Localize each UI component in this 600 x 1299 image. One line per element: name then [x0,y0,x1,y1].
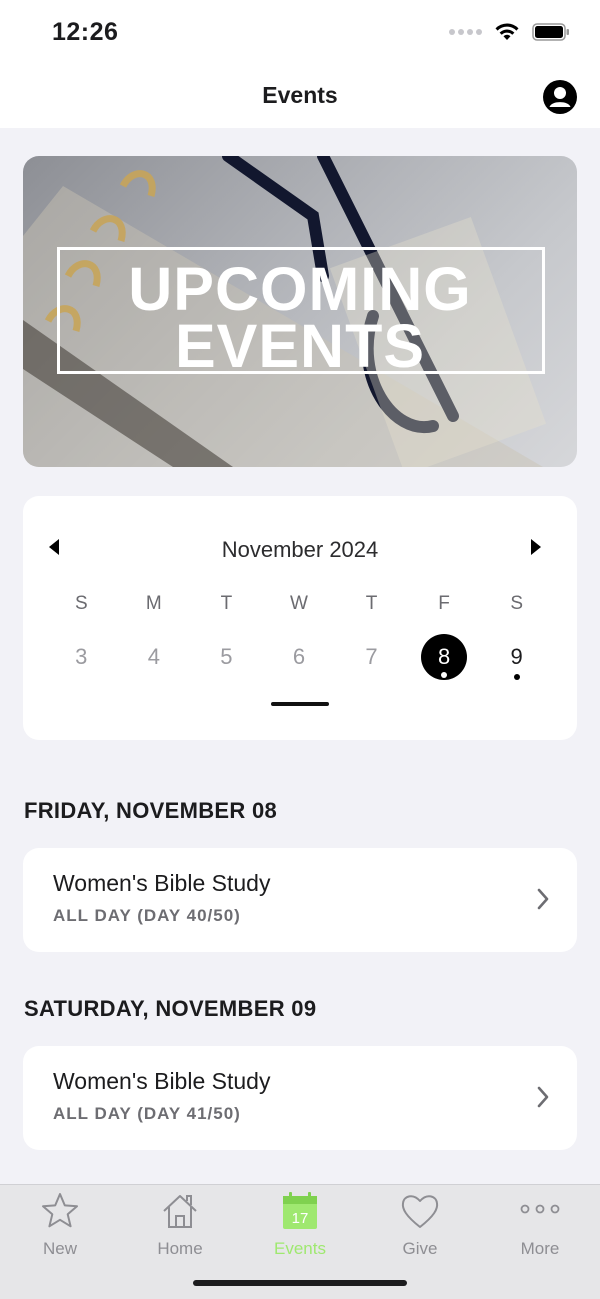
calendar-day[interactable]: 6 [263,634,336,680]
upcoming-events-banner[interactable]: UPCOMING EVENTS [23,156,577,467]
tab-label: Give [402,1239,438,1258]
banner-title-line2: EVENTS [174,312,426,380]
calendar-day-selected[interactable]: 8 [408,634,481,680]
status-time: 12:26 [52,18,119,46]
home-icon [163,1195,197,1228]
star-icon [42,1193,78,1228]
calendar-day-number: 9 [510,644,523,669]
signal-icon [449,29,482,35]
weekday-row: S M T W T F S [45,593,553,615]
event-dot-indicator [513,674,520,680]
calendar-day[interactable]: 7 [335,634,408,680]
calendar-day-number: 4 [147,644,160,669]
event-title: Women's Bible Study [53,1068,271,1094]
heart-icon [401,1195,439,1228]
more-icon [520,1204,560,1214]
nav-bar: Events [0,64,600,128]
event-subtitle: ALL DAY (DAY 40/50) [53,906,241,925]
calendar-day-number: 5 [220,644,233,669]
tab-label: Events [274,1239,326,1258]
calendar-icon: 17 [283,1192,317,1229]
weekday-label: T [365,593,378,614]
calendar-day-number: 7 [365,644,378,669]
wifi-icon [495,23,519,40]
event-title: Women's Bible Study [53,870,271,896]
calendar-day[interactable]: 5 [190,634,263,680]
battery-icon [532,23,569,41]
weekday-label: S [510,593,523,614]
tab-more[interactable]: More [480,1191,600,1259]
calendar-card: November 2024 S M T W T F S 3 4 5 6 7 8 … [23,496,577,740]
next-month-icon[interactable] [529,538,543,556]
status-icons [449,22,570,42]
calendar-month-label: November 2024 [221,537,379,562]
tab-events[interactable]: 17 Events [240,1191,360,1259]
calendar-day-number: 3 [75,644,88,669]
date-section-header: SATURDAY, NOVEMBER 09 [24,996,317,1021]
event-subtitle: ALL DAY (DAY 41/50) [53,1104,241,1123]
weekday-label: T [220,593,233,614]
calendar-expand-handle[interactable] [271,702,329,706]
tab-label: More [520,1239,560,1258]
tab-give[interactable]: Give [360,1191,480,1259]
page-title: Events [262,82,338,108]
calendar-day[interactable]: 9 [480,634,553,680]
weekday-label: W [290,593,308,614]
weekday-label: F [438,593,450,614]
home-indicator [193,1280,407,1286]
chevron-right-icon [537,1086,549,1108]
tab-home[interactable]: Home [120,1191,240,1259]
chevron-right-icon [537,888,549,910]
calendar-day-number: 6 [292,644,306,669]
event-row[interactable]: Women's Bible Study ALL DAY (DAY 41/50) [23,1046,577,1150]
tab-label: New [42,1239,77,1258]
tab-label: Home [157,1239,203,1258]
calendar-icon-number: 17 [292,1210,309,1227]
calendar-day[interactable]: 3 [45,634,118,680]
user-circle-icon[interactable] [542,79,578,115]
calendar-day[interactable]: 4 [118,634,191,680]
tab-new[interactable]: New [0,1191,120,1259]
event-row[interactable]: Women's Bible Study ALL DAY (DAY 40/50) [23,848,577,952]
weekday-label: S [74,593,88,614]
status-bar: 12:26 [0,0,600,64]
weekday-label: M [145,593,162,614]
day-row: 3 4 5 6 7 8 9 [45,634,553,680]
date-section-header: FRIDAY, NOVEMBER 08 [24,798,278,823]
